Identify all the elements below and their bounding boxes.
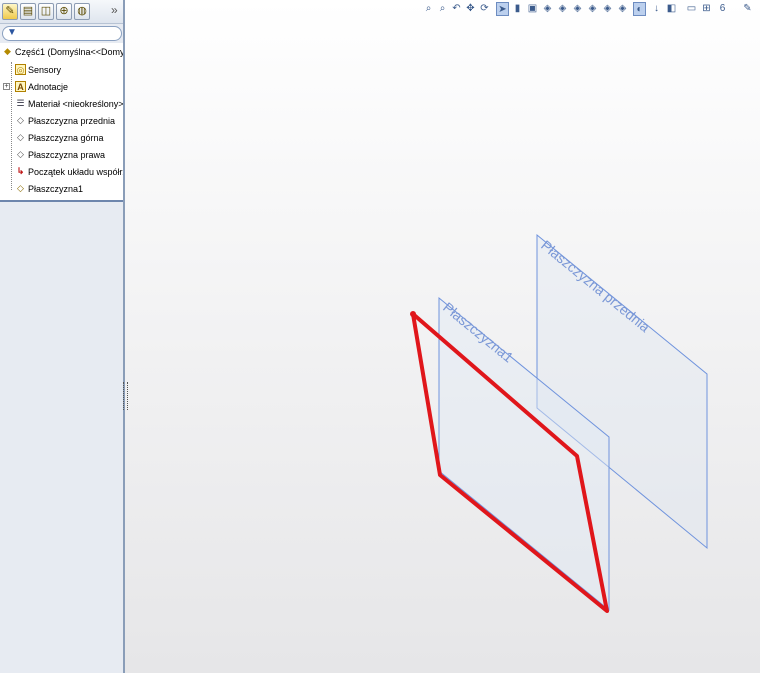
tree-item-right-plane[interactable]: ◇ Płaszczyzna prawa xyxy=(0,147,123,163)
select-icon[interactable]: ➤ xyxy=(496,2,509,16)
isometric-view-icon[interactable]: ◈ xyxy=(541,2,554,16)
annotation-icon: A xyxy=(15,81,26,92)
tree-item-root[interactable]: ◆ Część1 (Domyślna<<Domyśln xyxy=(0,44,123,60)
panel-tabs: ✎ ▤ ◫ ⊕ ◍ » xyxy=(0,0,123,24)
origin-icon: ↳ xyxy=(16,166,25,176)
view-orientation-icon[interactable]: ▣ xyxy=(526,2,539,16)
tree-item-top-plane[interactable]: ◇ Płaszczyzna górna xyxy=(0,130,123,146)
top-view-icon[interactable]: ◈ xyxy=(571,2,584,16)
tree-item-front-plane[interactable]: ◇ Płaszczyzna przednia xyxy=(0,113,123,129)
rotate-icon[interactable]: ⟳ xyxy=(478,2,491,16)
feature-tree: ◆ Część1 (Domyślna<<Domyśln ◎ Sensory + … xyxy=(0,43,123,201)
configurationmanager-tab-icon[interactable]: ◫ xyxy=(38,3,54,20)
display-style-icon[interactable]: ◈ xyxy=(616,2,629,16)
tree-item-label: Początek układu współrzęd xyxy=(28,167,123,177)
apply-scene-icon[interactable]: ◧ xyxy=(665,2,678,16)
normal-to-icon[interactable]: ◈ xyxy=(601,2,614,16)
zoom-area-icon[interactable]: ⌕ xyxy=(436,2,449,16)
hide-show-icon[interactable]: ◐ xyxy=(633,2,646,16)
plane-icon: ◇ xyxy=(17,149,24,159)
view-settings-icon[interactable]: ▭ xyxy=(685,2,698,16)
grid-icon[interactable]: ⊞ xyxy=(700,2,713,16)
tree-item-material[interactable]: ☰ Materiał <nieokreślony> xyxy=(0,96,123,112)
dimxpert-tab-icon[interactable]: ⊕ xyxy=(56,3,72,20)
previous-view-icon[interactable]: ↶ xyxy=(450,2,463,16)
propertymanager-tab-icon[interactable]: ▤ xyxy=(20,3,36,20)
solidworks-window: Płaszczyzna przednia Płaszczyzna1 ⌕ ⌕ ↶ … xyxy=(0,0,760,673)
section-view-icon[interactable]: ▮ xyxy=(511,2,524,16)
panel-splitter-handle[interactable] xyxy=(123,382,128,410)
part-icon: ◆ xyxy=(4,46,11,56)
material-icon: ☰ xyxy=(16,98,25,108)
shadows-icon[interactable]: 6 xyxy=(716,2,729,16)
front-view-icon[interactable]: ◈ xyxy=(556,2,569,16)
zoom-to-fit-icon[interactable]: ⌕ xyxy=(422,2,435,16)
tree-item-label: Część1 (Domyślna<<Domyśln xyxy=(15,47,123,57)
plane-icon: ◇ xyxy=(17,183,24,193)
tree-item-label: Adnotacje xyxy=(28,82,69,92)
tree-item-origin[interactable]: ↳ Początek układu współrzęd xyxy=(0,164,123,180)
display-manager-tab-icon[interactable]: ◍ xyxy=(74,3,90,20)
tree-item-label: Płaszczyzna1 xyxy=(28,184,84,194)
plane-icon: ◇ xyxy=(17,132,24,142)
right-view-icon[interactable]: ◈ xyxy=(586,2,599,16)
tree-item-plane1[interactable]: ◇ Płaszczyzna1 xyxy=(0,181,123,197)
sketch-icon[interactable]: ✎ xyxy=(741,2,754,16)
expand-icon[interactable]: + xyxy=(3,83,10,90)
tree-item-label: Płaszczyzna prawa xyxy=(28,150,106,160)
panel-more-button[interactable]: » xyxy=(111,3,118,17)
feature-manager-panel: ✎ ▤ ◫ ⊕ ◍ » ▼ ◆ Część1 (Domyślna<<Domyśl… xyxy=(0,0,125,673)
edit-appearance-icon[interactable]: ↓ xyxy=(650,2,663,16)
tree-item-label: Materiał <nieokreślony> xyxy=(28,99,123,109)
tree-item-label: Sensory xyxy=(28,65,62,75)
heads-up-view-toolbar: ⌕ ⌕ ↶ ✥ ⟳ ➤ ▮ ▣ ◈ ◈ ◈ ◈ ◈ ◈ ◐ ↓ ◧ ▭ ⊞ 6 … xyxy=(419,0,760,20)
pan-icon[interactable]: ✥ xyxy=(464,2,477,16)
tree-item-label: Płaszczyzna przednia xyxy=(28,116,116,126)
filter-icon: ▼ xyxy=(7,27,17,38)
featuremanager-tab-icon[interactable]: ✎ xyxy=(2,3,18,20)
tree-item-annotations[interactable]: + A Adnotacje xyxy=(0,79,123,95)
tree-item-label: Płaszczyzna górna xyxy=(28,133,104,143)
sensor-icon: ◎ xyxy=(15,64,26,75)
tree-item-sensors[interactable]: ◎ Sensory xyxy=(0,62,123,78)
tree-filter-input[interactable]: ▼ xyxy=(2,26,122,41)
sketch-point[interactable] xyxy=(410,311,416,317)
tree-divider xyxy=(0,200,123,202)
plane-icon: ◇ xyxy=(17,115,24,125)
